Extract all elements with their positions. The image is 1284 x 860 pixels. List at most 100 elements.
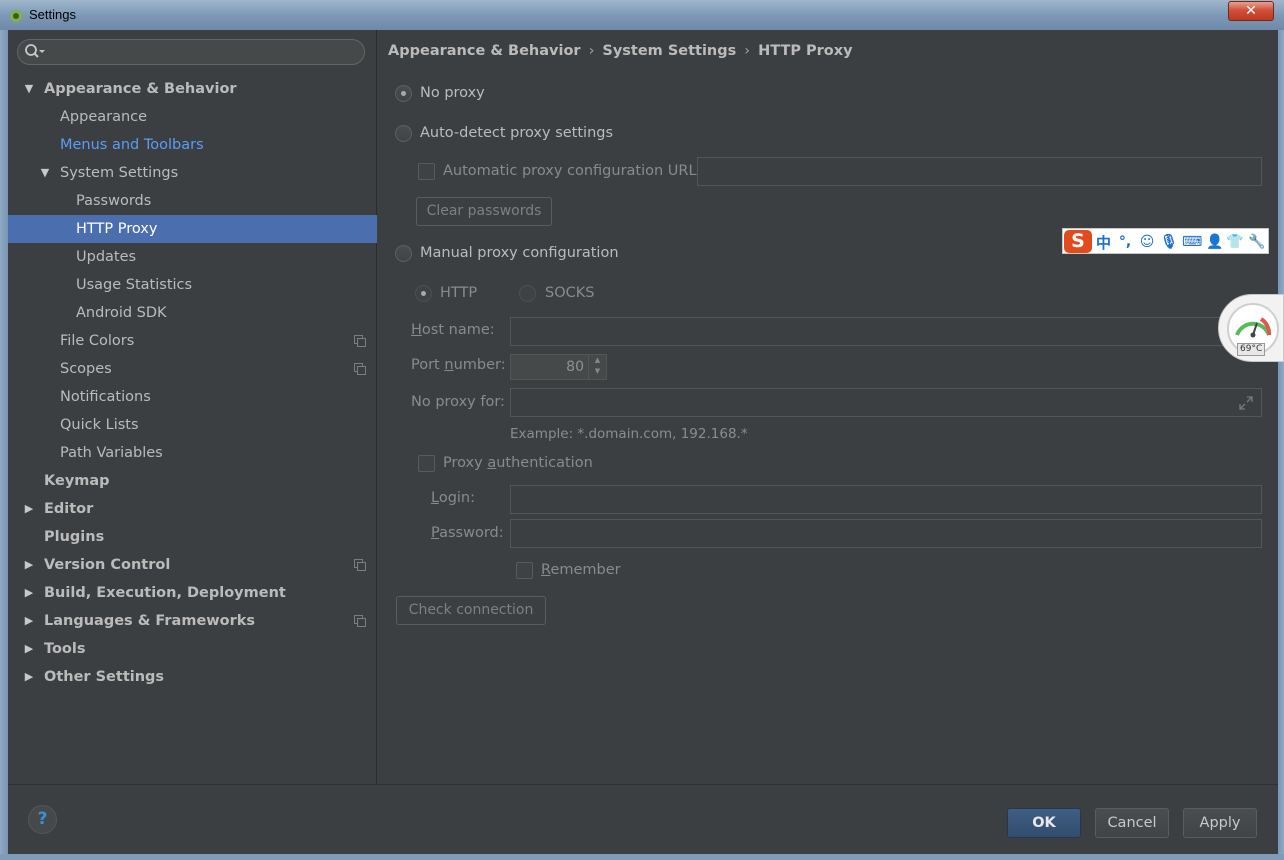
- sidebar-item-label: File Colors: [60, 333, 135, 349]
- system-monitor-widget[interactable]: 69°C: [1218, 294, 1284, 362]
- collapsed-arrow-icon[interactable]: ▶: [22, 579, 36, 607]
- no-proxy-radio[interactable]: [395, 85, 412, 102]
- project-level-icon: [354, 615, 366, 627]
- auto-detect-radio[interactable]: [395, 125, 412, 142]
- manual-proxy-label[interactable]: Manual proxy configuration: [420, 245, 619, 261]
- sidebar-item-build-execution-deployment[interactable]: ▶ Build, Execution, Deployment: [8, 579, 377, 607]
- sidebar-item-label: Keymap: [44, 473, 110, 489]
- ime-toolbar[interactable]: S 中 °, ☺ 🎙 ⌨ 👤 👕 🔧: [1062, 228, 1269, 254]
- sidebar-item-label: Plugins: [44, 529, 105, 545]
- port-number-spinner[interactable]: 80 ▲ ▼: [510, 354, 607, 380]
- sidebar-item-quick-lists[interactable]: Quick Lists: [8, 411, 377, 439]
- sidebar-item-path-variables[interactable]: Path Variables: [8, 439, 377, 467]
- window-frame-left: [0, 30, 8, 860]
- sidebar-item-scopes[interactable]: Scopes: [8, 355, 377, 383]
- auto-detect-label[interactable]: Auto-detect proxy settings: [420, 125, 613, 141]
- clear-passwords-button[interactable]: Clear passwords: [416, 197, 552, 226]
- host-name-field[interactable]: [510, 317, 1262, 346]
- sidebar-item-notifications[interactable]: Notifications: [8, 383, 377, 411]
- settings-sidebar: ▼ Appearance & Behavior Appearance Menus an…: [8, 30, 377, 784]
- check-connection-button[interactable]: Check connection: [396, 596, 546, 625]
- sidebar-item-appearance[interactable]: Appearance: [8, 103, 377, 131]
- expand-icon[interactable]: [1239, 396, 1253, 410]
- sidebar-item-label: HTTP Proxy: [76, 221, 158, 237]
- sidebar-item-languages-frameworks[interactable]: ▶ Languages & Frameworks: [8, 607, 377, 635]
- collapsed-arrow-icon[interactable]: ▶: [22, 663, 36, 691]
- login-mnemonic: L: [431, 490, 439, 506]
- password-field[interactable]: [510, 519, 1262, 548]
- sidebar-item-other-settings[interactable]: ▶ Other Settings: [8, 663, 377, 691]
- window-titlebar: Settings ✕: [0, 0, 1284, 30]
- auto-config-url-field[interactable]: [697, 157, 1262, 186]
- sidebar-item-label: Appearance: [60, 109, 148, 125]
- sidebar-item-keymap[interactable]: Keymap: [8, 467, 377, 495]
- remember-label[interactable]: Remember: [541, 562, 621, 578]
- spinner-arrows-icon[interactable]: ▲ ▼: [588, 355, 606, 379]
- cancel-button[interactable]: Cancel: [1095, 808, 1169, 838]
- emoji-icon[interactable]: ☺: [1138, 233, 1156, 251]
- breadcrumb-item: HTTP Proxy: [758, 43, 853, 59]
- socks-label[interactable]: SOCKS: [545, 285, 594, 301]
- sidebar-item-tools[interactable]: ▶ Tools: [8, 635, 377, 663]
- http-label[interactable]: HTTP: [440, 285, 477, 301]
- sidebar-item-label: Other Settings: [44, 669, 165, 685]
- punctuation-icon[interactable]: °,: [1116, 233, 1134, 251]
- breadcrumb: Appearance & Behavior › System Settings › HT…: [388, 43, 853, 59]
- manual-proxy-radio[interactable]: [395, 245, 412, 262]
- ime-chinese-mode[interactable]: 中: [1096, 232, 1111, 253]
- auto-config-url-checkbox[interactable]: [418, 163, 435, 180]
- port-label-text: Port: [411, 357, 445, 373]
- sidebar-item-plugins[interactable]: Plugins: [8, 523, 377, 551]
- no-proxy-for-field[interactable]: [510, 388, 1262, 417]
- sidebar-item-version-control[interactable]: ▶ Version Control: [8, 551, 377, 579]
- sidebar-item-http-proxy[interactable]: HTTP Proxy: [8, 215, 377, 243]
- android-studio-icon: [10, 9, 22, 22]
- user-icon[interactable]: 👤: [1206, 233, 1224, 251]
- collapsed-arrow-icon[interactable]: ▶: [22, 607, 36, 635]
- settings-search-input[interactable]: [17, 39, 365, 65]
- sidebar-item-appearance-behavior[interactable]: ▼ Appearance & Behavior: [8, 75, 377, 103]
- expanded-arrow-icon[interactable]: ▼: [22, 75, 36, 103]
- sidebar-item-updates[interactable]: Updates: [8, 243, 377, 271]
- login-label-text: ogin:: [438, 490, 476, 506]
- proxy-authentication-label[interactable]: Proxy authentication: [443, 455, 593, 471]
- keyboard-icon[interactable]: ⌨: [1182, 233, 1202, 251]
- host-name-label: Host name:: [411, 322, 495, 338]
- login-field[interactable]: [510, 485, 1262, 514]
- sidebar-item-android-sdk[interactable]: Android SDK: [8, 299, 377, 327]
- sidebar-item-passwords[interactable]: Passwords: [8, 187, 377, 215]
- proxy-auth-mnemonic: a: [487, 455, 497, 471]
- sidebar-item-system-settings[interactable]: ▼ System Settings: [8, 159, 377, 187]
- sidebar-item-label: Updates: [76, 249, 137, 265]
- login-label: Login:: [431, 490, 475, 506]
- no-proxy-label[interactable]: No proxy: [420, 85, 485, 101]
- host-name-mnemonic: H: [411, 322, 422, 338]
- sidebar-item-file-colors[interactable]: File Colors: [8, 327, 377, 355]
- sidebar-item-editor[interactable]: ▶ Editor: [8, 495, 377, 523]
- window-close-button[interactable]: ✕: [1228, 1, 1274, 21]
- proxy-authentication-checkbox[interactable]: [418, 455, 435, 472]
- help-button[interactable]: ?: [28, 805, 57, 834]
- sidebar-item-label: Passwords: [76, 193, 152, 209]
- remember-checkbox[interactable]: [516, 562, 533, 579]
- wrench-icon[interactable]: 🔧: [1248, 233, 1266, 251]
- sidebar-item-usage-statistics[interactable]: Usage Statistics: [8, 271, 377, 299]
- collapsed-arrow-icon[interactable]: ▶: [22, 635, 36, 663]
- microphone-icon[interactable]: 🎙: [1160, 233, 1178, 251]
- skin-icon[interactable]: 👕: [1226, 233, 1244, 251]
- collapsed-arrow-icon[interactable]: ▶: [22, 495, 36, 523]
- window-frame-bottom: [0, 854, 1284, 860]
- expanded-arrow-icon[interactable]: ▼: [38, 159, 52, 187]
- ok-button[interactable]: OK: [1007, 808, 1081, 838]
- remember-label-text: emember: [550, 562, 621, 578]
- window-frame-right: [1278, 30, 1284, 860]
- sidebar-item-menus-and-toolbars[interactable]: Menus and Toolbars: [8, 131, 377, 159]
- auto-config-url-label: Automatic proxy configuration URL:: [443, 163, 702, 179]
- apply-button[interactable]: Apply: [1183, 808, 1257, 838]
- socks-radio[interactable]: [519, 285, 536, 302]
- collapsed-arrow-icon[interactable]: ▶: [22, 551, 36, 579]
- sogou-logo-icon[interactable]: S: [1064, 230, 1092, 253]
- sidebar-item-label: Scopes: [60, 361, 112, 377]
- http-radio[interactable]: [415, 285, 432, 302]
- project-level-icon: [354, 335, 366, 347]
